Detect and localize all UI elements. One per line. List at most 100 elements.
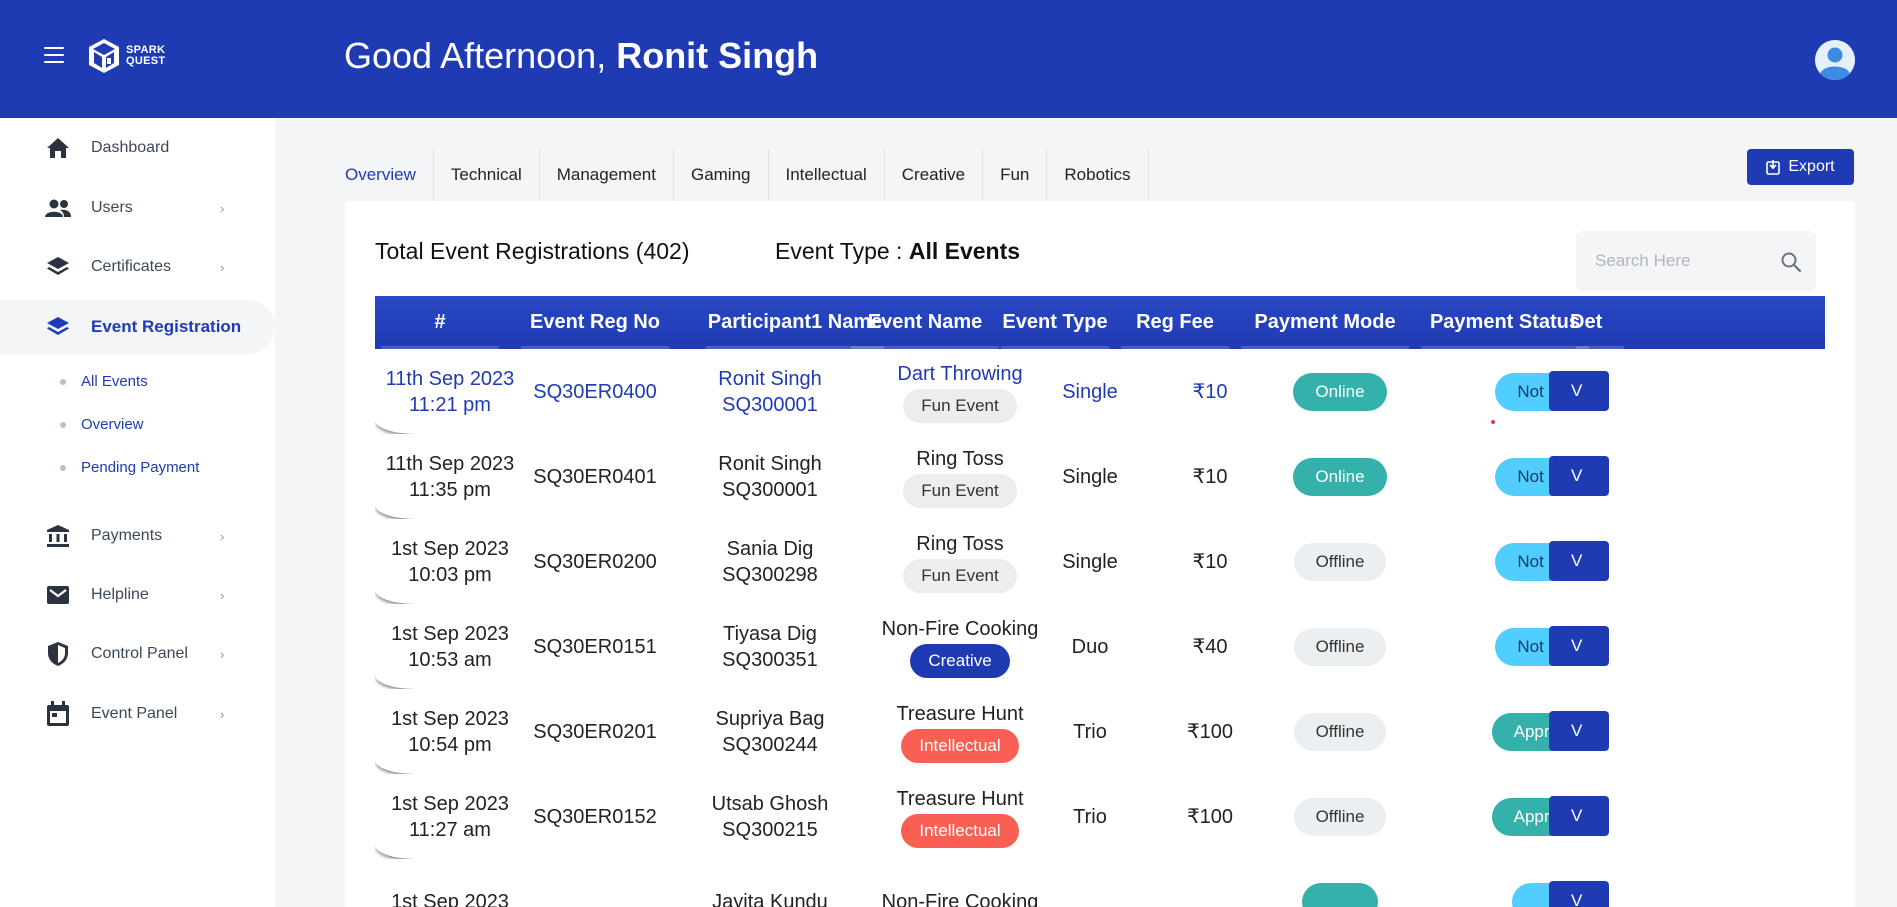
payment-mode-badge: Online xyxy=(1293,457,1387,496)
view-details-button[interactable]: V xyxy=(1549,371,1609,411)
sidebar-subitem-all-events[interactable]: All Events xyxy=(60,373,148,390)
sidebar-item-helpline[interactable]: Helpline › xyxy=(0,568,275,622)
chevron-right-icon: › xyxy=(220,528,225,544)
reg-number: SQ30ER0201 xyxy=(533,720,657,743)
search-box xyxy=(1576,231,1816,291)
reg-fee: ₹40 xyxy=(1192,635,1228,658)
export-button[interactable]: Export xyxy=(1747,149,1854,185)
logo-cube-icon xyxy=(89,39,119,73)
tab-intellectual[interactable]: Intellectual xyxy=(769,149,885,201)
notification-dot xyxy=(1491,420,1495,424)
tab-fun[interactable]: Fun xyxy=(983,149,1048,201)
reg-no-cell: SQ30ER0151 xyxy=(515,604,675,689)
reg-number: SQ30ER0151 xyxy=(533,635,657,658)
search-icon[interactable] xyxy=(1779,250,1803,274)
tab-robotics[interactable]: Robotics xyxy=(1047,149,1149,201)
event-type: Single xyxy=(1062,465,1118,488)
view-details-button[interactable]: V xyxy=(1549,796,1609,836)
mail-icon xyxy=(44,581,72,609)
hamburger-menu-icon[interactable] xyxy=(44,47,64,63)
view-details-button[interactable]: V xyxy=(1549,541,1609,581)
payment-mode-badge: Offline xyxy=(1293,797,1387,836)
reg-number: SQ30ER0400 xyxy=(533,380,657,403)
table-row[interactable]: 1st Sep 2023 10:53 am SQ30ER0151 Tiyasa Dig… xyxy=(375,604,1825,689)
reg-date: 11th Sep 2023 xyxy=(385,452,515,475)
participant-name: Jayita Kundu xyxy=(712,890,828,907)
table-row[interactable]: 11th Sep 2023 11:35 pm SQ30ER0401 Ronit Sin… xyxy=(375,434,1825,519)
payment-mode-badge xyxy=(1302,882,1378,907)
payment-mode-cell: Online xyxy=(1240,349,1440,434)
reg-number: SQ30ER0200 xyxy=(533,550,657,573)
event-type: Trio xyxy=(1073,720,1107,743)
tab-technical[interactable]: Technical xyxy=(434,149,540,201)
chevron-right-icon: › xyxy=(220,587,225,603)
view-details-button[interactable]: V xyxy=(1549,881,1609,907)
table-row[interactable]: 1st Sep 2023 Jayita Kundu Non-Fire Cooking… xyxy=(375,859,1825,907)
user-avatar-icon xyxy=(1815,40,1855,80)
reg-fee: ₹100 xyxy=(1186,805,1234,828)
table-header: # Event Reg No Participant1 Name Event Name… xyxy=(375,296,1825,349)
th-event-type: Event Type xyxy=(995,296,1115,349)
reg-number: SQ30ER0401 xyxy=(533,465,657,488)
payment-mode-cell xyxy=(1240,859,1440,907)
sidebar-item-event-registration[interactable]: Event Registration xyxy=(0,300,275,354)
search-input[interactable] xyxy=(1576,231,1776,291)
greeting-title: Good Afternoon, Ronit Singh xyxy=(344,35,819,76)
reg-time: 11:27 am xyxy=(409,818,491,841)
reg-no-cell xyxy=(515,859,675,907)
tab-gaming[interactable]: Gaming xyxy=(674,149,769,201)
date-cell: 1st Sep 2023 10:54 pm xyxy=(375,689,525,774)
view-details-button[interactable]: V xyxy=(1549,626,1609,666)
reg-no-cell: SQ30ER0201 xyxy=(515,689,675,774)
sidebar-subitem-pending-payment[interactable]: Pending Payment xyxy=(60,459,199,476)
th-payment-mode: Payment Mode xyxy=(1235,296,1415,349)
total-registrations: Total Event Registrations (402) xyxy=(375,238,690,264)
sidebar-item-control-panel[interactable]: Control Panel › xyxy=(0,627,275,681)
category-tabs: Overview Technical Management Gaming Int… xyxy=(345,149,1149,201)
bullet-dot xyxy=(60,378,66,385)
event-type: Single xyxy=(1062,380,1118,403)
th-reg-fee: Reg Fee xyxy=(1115,296,1235,349)
sidebar-subitem-overview[interactable]: Overview xyxy=(60,416,144,433)
tab-creative[interactable]: Creative xyxy=(885,149,984,201)
logo-text: SPARK QUEST xyxy=(126,44,166,67)
payment-mode-badge: Offline xyxy=(1293,627,1387,666)
spark-quest-logo[interactable]: SPARK QUEST xyxy=(86,37,165,75)
table-row[interactable]: 1st Sep 2023 10:03 pm SQ30ER0200 Sania Dig S… xyxy=(375,519,1825,604)
reg-no-cell: SQ30ER0200 xyxy=(515,519,675,604)
payment-mode-cell: Offline xyxy=(1240,519,1440,604)
th-details: Det xyxy=(1570,296,1630,349)
sidebar-item-event-panel[interactable]: Event Panel › xyxy=(0,687,275,741)
tab-overview[interactable]: Overview xyxy=(345,149,434,201)
reg-no-cell: SQ30ER0401 xyxy=(515,434,675,519)
event-type-filter: Event Type : All Events xyxy=(775,238,1021,264)
participant-id: SQ300298 xyxy=(722,563,818,586)
tab-management[interactable]: Management xyxy=(540,149,674,201)
participant-id: SQ300215 xyxy=(722,818,818,841)
date-cell: 11th Sep 2023 11:35 pm xyxy=(375,434,525,519)
chevron-right-icon: › xyxy=(220,200,225,216)
date-cell: 1st Sep 2023 10:53 am xyxy=(375,604,525,689)
users-icon xyxy=(44,194,72,222)
table-row[interactable]: 11th Sep 2023 11:21 pm SQ30ER0400 Ronit Sin… xyxy=(375,349,1825,434)
reg-number: SQ30ER0152 xyxy=(533,805,657,828)
participant-name: Sania Dig xyxy=(726,537,814,560)
chevron-right-icon: › xyxy=(220,259,225,275)
th-event-name: Event Name xyxy=(845,296,1005,349)
table-row[interactable]: 1st Sep 2023 10:54 pm SQ30ER0201 Supriya Ba… xyxy=(375,689,1825,774)
reg-fee: ₹10 xyxy=(1192,550,1228,573)
sidebar-item-users[interactable]: Users › xyxy=(0,181,275,235)
view-details-button[interactable]: V xyxy=(1549,456,1609,496)
sidebar: Dashboard Users › Certificates › Event R… xyxy=(0,118,275,907)
table-row[interactable]: 1st Sep 2023 11:27 am SQ30ER0152 Utsab Ghos… xyxy=(375,774,1825,859)
avatar[interactable] xyxy=(1815,40,1855,80)
participant-name: Tiyasa Dig xyxy=(723,622,817,645)
sidebar-item-payments[interactable]: Payments › xyxy=(0,509,275,563)
sidebar-item-dashboard[interactable]: Dashboard xyxy=(0,121,275,175)
payment-mode-cell: Offline xyxy=(1240,774,1440,859)
date-cell: 1st Sep 2023 11:27 am xyxy=(375,774,525,859)
view-details-button[interactable]: V xyxy=(1549,711,1609,751)
shield-icon xyxy=(44,640,72,668)
sidebar-item-certificates[interactable]: Certificates › xyxy=(0,240,275,294)
top-header: SPARK QUEST Good Afternoon, Ronit Singh xyxy=(0,0,1897,118)
